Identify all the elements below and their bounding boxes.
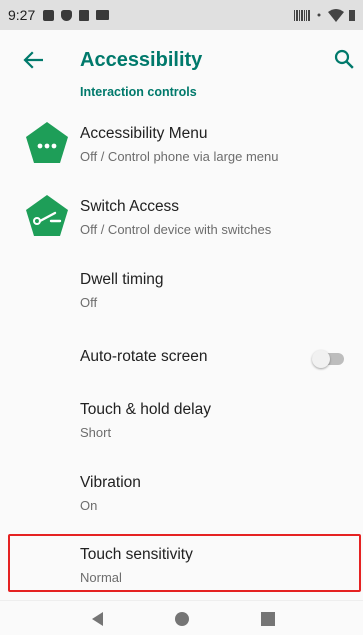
item-title: Switch Access bbox=[80, 198, 180, 215]
nav-recents-icon bbox=[261, 612, 275, 626]
list-item-vibration[interactable]: Vibration On bbox=[0, 469, 363, 542]
arrow-back-icon bbox=[23, 51, 43, 69]
item-title: Touch & hold delay bbox=[80, 401, 211, 418]
item-title: Vibration bbox=[80, 474, 141, 491]
search-button[interactable] bbox=[331, 46, 357, 72]
vibrate-icon bbox=[294, 9, 310, 21]
list-item-accessibility-menu[interactable]: Accessibility Menu Off / Control phone v… bbox=[0, 104, 363, 177]
switch-access-icon bbox=[26, 195, 68, 236]
back-button[interactable] bbox=[20, 47, 46, 73]
nav-home-icon bbox=[175, 612, 189, 626]
store-icon bbox=[79, 9, 90, 21]
nav-home-button[interactable] bbox=[172, 609, 192, 629]
nav-back-button[interactable] bbox=[87, 609, 107, 629]
nav-back-icon bbox=[92, 612, 103, 626]
search-icon bbox=[334, 49, 354, 69]
item-subtitle: Short bbox=[80, 425, 112, 440]
accessibility-menu-icon bbox=[26, 122, 68, 163]
item-title: Accessibility Menu bbox=[80, 125, 208, 142]
toggle-thumb bbox=[312, 350, 330, 368]
item-subtitle: On bbox=[80, 498, 98, 513]
page-title: Accessibility bbox=[80, 49, 203, 71]
notification-icons bbox=[43, 9, 110, 21]
status-right-icons bbox=[294, 8, 355, 22]
list-item-dwell-timing[interactable]: Dwell timing Off bbox=[0, 250, 363, 323]
image-icon bbox=[43, 9, 55, 21]
item-subtitle: Off / Control device with switches bbox=[80, 222, 272, 237]
nav-recents-button[interactable] bbox=[258, 609, 278, 629]
auto-rotate-toggle[interactable] bbox=[312, 350, 344, 368]
item-title: Dwell timing bbox=[80, 271, 164, 288]
navigation-bar bbox=[0, 600, 363, 635]
list-item-touch-hold-delay[interactable]: Touch & hold delay Short bbox=[0, 396, 363, 469]
status-bar: 9:27 bbox=[0, 0, 363, 30]
app-bar: Accessibility bbox=[0, 30, 363, 88]
status-time: 9:27 bbox=[8, 7, 36, 23]
list-item-switch-access[interactable]: Switch Access Off / Control device with … bbox=[0, 177, 363, 250]
wifi-icon bbox=[328, 8, 344, 22]
item-subtitle: Off / Control phone via large menu bbox=[80, 149, 279, 164]
battery-icon bbox=[349, 10, 355, 21]
signal-icon bbox=[317, 13, 321, 17]
list-item-auto-rotate[interactable]: Auto-rotate screen bbox=[0, 323, 363, 396]
selection-highlight bbox=[8, 534, 361, 592]
item-title: Auto-rotate screen bbox=[80, 348, 208, 365]
shield-icon bbox=[61, 9, 73, 21]
section-header: Interaction controls bbox=[80, 85, 197, 99]
gmail-icon bbox=[96, 10, 110, 20]
item-subtitle: Off bbox=[80, 295, 98, 310]
